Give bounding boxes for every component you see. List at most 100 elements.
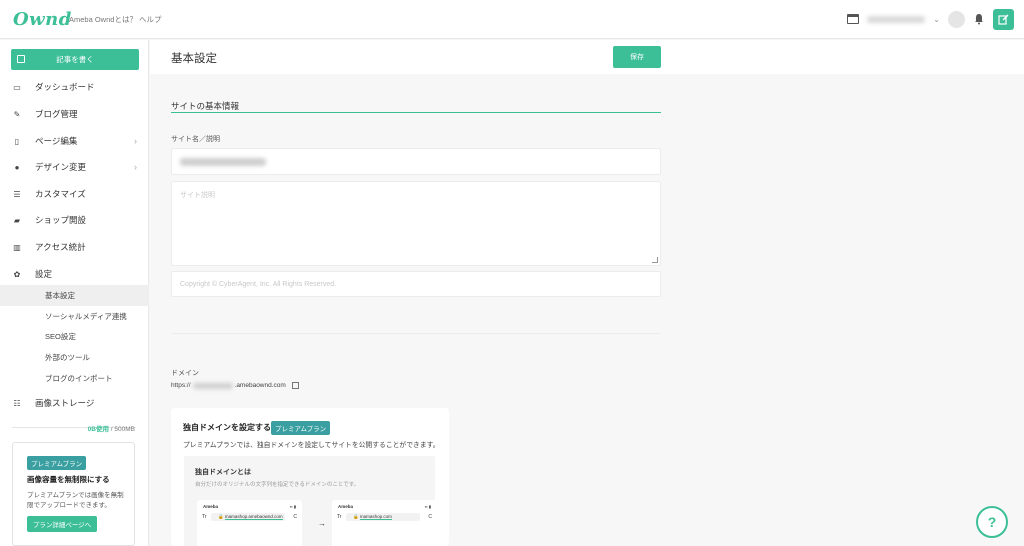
sidebar-item-label: ページ編集	[35, 136, 78, 146]
sliders-icon: ☰	[13, 189, 21, 199]
sub-item-external-tools[interactable]: 外部のツール	[0, 347, 149, 368]
phone-brand: Ameba	[338, 504, 354, 509]
sub-item-blog-import[interactable]: ブログのインポート	[0, 368, 149, 389]
storage-total: / 500MB	[110, 426, 135, 433]
reload-icon: C	[428, 514, 432, 520]
palette-icon: ●	[14, 162, 20, 172]
write-article-button[interactable]: 記事を書く	[11, 49, 139, 70]
phone-url-bar: 🔒 mamashop.amebaownd.com	[211, 513, 285, 521]
plan-details-button[interactable]: プラン詳細ページへ	[27, 516, 97, 532]
sidebar-item-dashboard[interactable]: ▭ ダッシュボード	[0, 74, 149, 100]
phone-url-bar: 🔒 mamashop.com	[346, 513, 420, 521]
shop-icon: ▰	[13, 215, 21, 225]
site-name-label: サイト名／説明	[171, 136, 220, 143]
sub-item-seo[interactable]: SEO設定	[0, 326, 149, 347]
database-icon: ☷	[13, 398, 21, 408]
explainer-title: 独自ドメインとは	[195, 469, 251, 476]
sidebar-item-blog[interactable]: ✎ ブログ管理	[0, 101, 149, 127]
page-icon: ▯	[14, 136, 20, 146]
help-link[interactable]: ヘルプ	[139, 14, 162, 25]
calendar-icon: ▭	[13, 82, 21, 92]
promo-title: 画像容量を無制限にする	[27, 475, 110, 484]
sidebar-item-label: アクセス統計	[35, 242, 86, 252]
reload-icon: C	[293, 514, 297, 520]
site-name-value-blurred	[180, 158, 266, 166]
resize-handle-icon[interactable]	[652, 257, 658, 263]
section-underline	[171, 112, 661, 113]
about-link[interactable]: Ameba Owndとは？	[69, 14, 137, 25]
phone-text-size-icon: Tr	[202, 514, 207, 520]
help-button[interactable]: ?	[976, 506, 1008, 538]
section-title: サイトの基本情報	[171, 101, 240, 111]
avatar[interactable]	[948, 10, 965, 28]
write-article-label: 記事を書く	[56, 55, 94, 64]
sidebar-item-shop[interactable]: ▰ ショップ開設	[0, 207, 149, 233]
description-placeholder: サイト説明	[180, 192, 215, 199]
sidebar-item-design[interactable]: ● デザイン変更 ›	[0, 154, 149, 180]
domain-prefix: https://	[171, 382, 191, 389]
phone-mock-after: Ameba ▪▪ ▮ Tr 🔒 mamashop.com C	[332, 500, 437, 546]
sidebar: 記事を書く ▭ ダッシュボード ✎ ブログ管理 ▯ ページ編集 › ● デザイン…	[0, 40, 149, 546]
sidebar-item-label: ショップ開設	[35, 215, 87, 225]
custom-domain-explainer: 独自ドメインとは 自分だけのオリジナルの文字列を指定できるドメインのことです。 …	[184, 456, 437, 546]
sidebar-item-label: 画像ストレージ	[35, 398, 95, 408]
sub-item-basic-settings[interactable]: 基本設定	[0, 285, 149, 306]
sub-item-social[interactable]: ソーシャルメディア連携	[0, 306, 149, 327]
bell-icon[interactable]	[973, 13, 985, 25]
account-chevron-icon[interactable]: ⌄	[933, 15, 940, 24]
external-link-icon[interactable]	[291, 382, 299, 389]
divider	[171, 333, 661, 334]
bar-chart-icon: ▥	[13, 242, 21, 252]
custom-domain-description: プレミアムプランでは、独自ドメインを設定してサイトを公開することができます。	[183, 442, 440, 449]
top-bar: Ownd Ameba Owndとは？ ヘルプ ⌄	[0, 0, 1024, 39]
ownd-logo[interactable]: Ownd	[13, 9, 72, 30]
custom-domain-card: 独自ドメインを設定する プレミアムプラン プレミアムプランでは、独自ドメインを設…	[171, 408, 449, 546]
sidebar-item-label: 設定	[35, 269, 53, 279]
account-area: ⌄	[847, 8, 1014, 30]
gear-icon: ✿	[13, 269, 21, 279]
site-description-textarea[interactable]: サイト説明	[171, 181, 661, 266]
phone-brand: Ameba	[203, 504, 219, 509]
storage-usage: 0B使用 / 500MB	[88, 423, 135, 433]
url-after: mamashop.com	[359, 514, 392, 520]
copyright-placeholder: Copyright © CyberAgent, Inc. All Rights …	[180, 281, 337, 288]
sidebar-item-settings[interactable]: ✿ 設定	[0, 261, 149, 287]
new-post-button[interactable]	[993, 8, 1014, 30]
custom-domain-title: 独自ドメインを設定する	[183, 423, 271, 432]
chevron-right-icon: ›	[134, 136, 137, 146]
site-name-blurred[interactable]	[867, 15, 926, 23]
premium-promo-card: プレミアムプラン 画像容量を無制限にする プレミアムプランでは画像を無制限でアッ…	[12, 442, 135, 546]
domain-label: ドメイン	[171, 370, 199, 377]
sidebar-item-pages[interactable]: ▯ ページ編集 ›	[0, 128, 149, 154]
sidebar-item-label: カスタマイズ	[35, 189, 86, 199]
phone-text-size-icon: Tr	[337, 514, 342, 520]
phone-status-icons: ▪▪ ▮	[289, 504, 296, 509]
site-name-input[interactable]	[171, 148, 661, 175]
domain-name-blurred	[192, 382, 233, 389]
explainer-description: 自分だけのオリジナルの文字列を指定できるドメインのことです。	[195, 482, 360, 488]
chevron-right-icon: ›	[134, 162, 137, 172]
sidebar-item-image-storage[interactable]: ☷ 画像ストレージ	[0, 390, 149, 416]
site-window-icon	[847, 14, 860, 24]
sidebar-item-label: デザイン変更	[35, 162, 87, 172]
storage-used: 0B使用	[87, 426, 109, 433]
url-before: mamashop.amebaownd.com	[224, 514, 283, 520]
save-button[interactable]: 保存	[613, 46, 661, 68]
sidebar-item-analytics[interactable]: ▥ アクセス統計	[0, 234, 149, 260]
sidebar-item-customize[interactable]: ☰ カスタマイズ	[0, 181, 149, 207]
sidebar-item-label: ブログ管理	[35, 109, 78, 119]
promo-description: プレミアムプランでは画像を無制限でアップロードできます。	[27, 492, 124, 509]
page-header: 基本設定 保存	[150, 40, 1024, 74]
copyright-input[interactable]: Copyright © CyberAgent, Inc. All Rights …	[171, 271, 661, 297]
premium-badge: プレミアムプラン	[271, 421, 331, 435]
edit-icon	[998, 14, 1009, 25]
premium-badge: プレミアムプラン	[27, 456, 87, 470]
pencil-icon	[17, 55, 25, 63]
domain-suffix: .amebaownd.com	[234, 382, 286, 389]
domain-url[interactable]: https:// .amebaownd.com	[171, 382, 299, 389]
phone-mock-before: Ameba ▪▪ ▮ Tr 🔒 mamashop.amebaownd.com C	[197, 500, 302, 546]
edit-icon: ✎	[13, 109, 21, 119]
phone-status-icons: ▪▪ ▮	[424, 504, 431, 509]
page-title: 基本設定	[171, 53, 217, 65]
arrow-right-icon: →	[318, 519, 326, 528]
